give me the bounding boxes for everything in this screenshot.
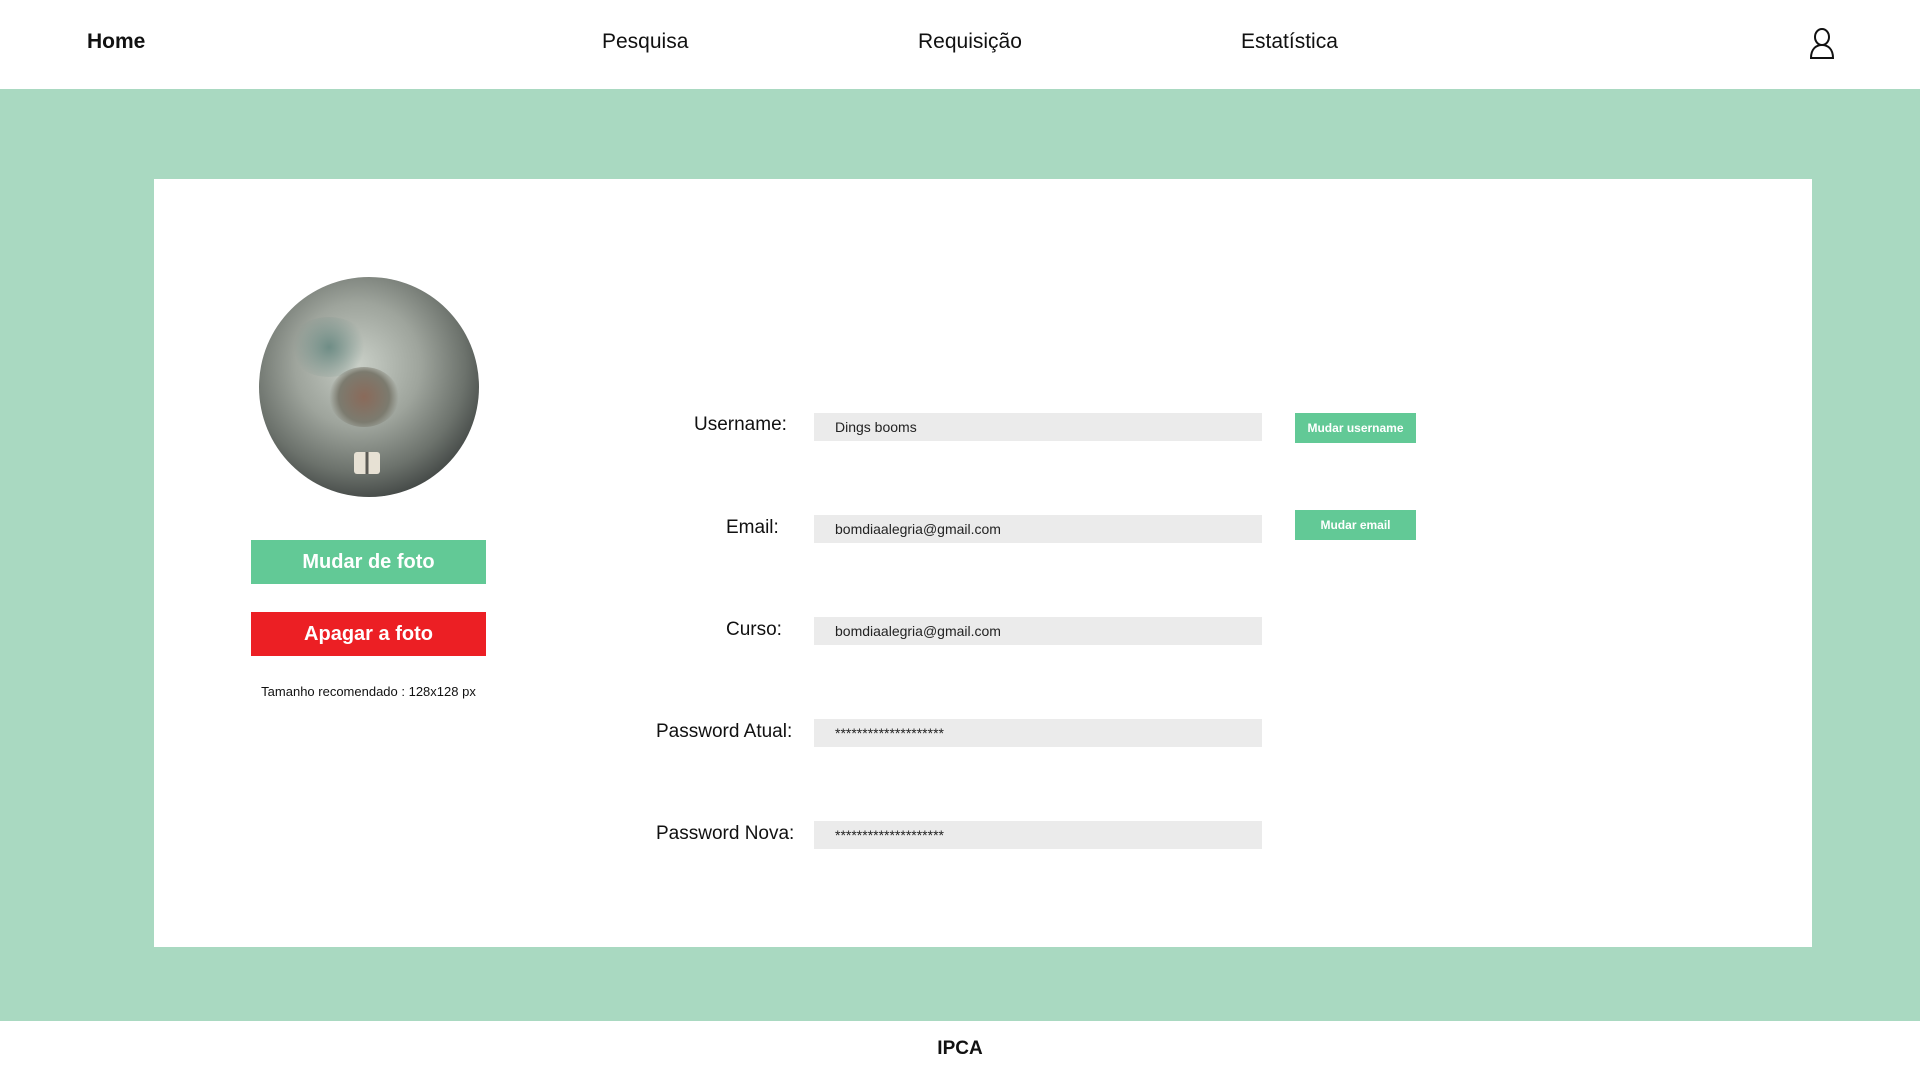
password-atual-field[interactable]: ******************** xyxy=(814,719,1262,747)
password-nova-label: Password Nova: xyxy=(656,823,795,844)
nav-pesquisa-link[interactable]: Pesquisa xyxy=(602,30,688,54)
top-navbar: Home Pesquisa Requisição Estatística xyxy=(0,0,1920,89)
avatar-shade xyxy=(329,367,399,427)
change-photo-button[interactable]: Mudar de foto xyxy=(251,540,486,584)
user-icon[interactable] xyxy=(1808,28,1836,60)
email-label: Email: xyxy=(726,517,779,538)
nav-estatistica-link[interactable]: Estatística xyxy=(1241,30,1338,54)
curso-field[interactable]: bomdiaalegria@gmail.com xyxy=(814,617,1262,645)
password-atual-label: Password Atual: xyxy=(656,721,793,742)
curso-label: Curso: xyxy=(726,619,782,640)
nav-requisicao-link[interactable]: Requisição xyxy=(918,30,1022,54)
username-label: Username: xyxy=(694,414,787,435)
profile-card: Mudar de foto Apagar a foto Tamanho reco… xyxy=(154,179,1812,947)
footer: IPCA xyxy=(0,1021,1920,1080)
footer-brand: IPCA xyxy=(937,1038,983,1059)
email-field[interactable]: bomdiaalegria@gmail.com xyxy=(814,515,1262,543)
nav-home-link[interactable]: Home xyxy=(87,30,145,54)
username-field[interactable]: Dings booms xyxy=(814,413,1262,441)
avatar xyxy=(259,277,479,497)
change-email-button[interactable]: Mudar email xyxy=(1295,510,1416,540)
main-area: Mudar de foto Apagar a foto Tamanho reco… xyxy=(0,89,1920,1021)
delete-photo-button[interactable]: Apagar a foto xyxy=(251,612,486,656)
avatar-detail xyxy=(354,452,380,474)
photo-size-hint: Tamanho recomendado : 128x128 px xyxy=(261,684,476,699)
change-username-button[interactable]: Mudar username xyxy=(1295,413,1416,443)
password-nova-field[interactable]: ******************** xyxy=(814,821,1262,849)
